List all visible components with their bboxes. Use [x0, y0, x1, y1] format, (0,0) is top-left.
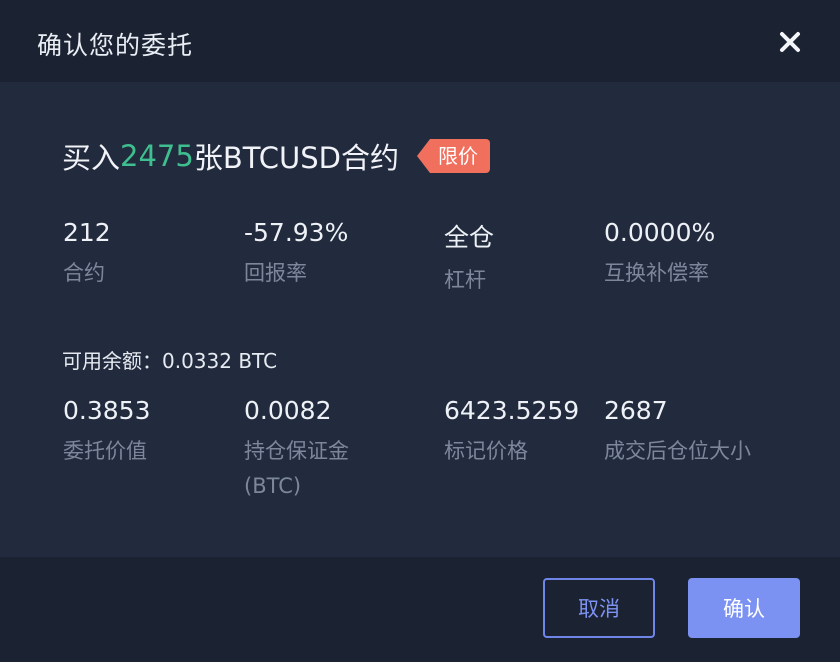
- stat-value: -57.93%: [244, 218, 349, 247]
- dialog-title: 确认您的委托: [37, 31, 194, 60]
- stat-label: 持仓保证金: [244, 439, 349, 463]
- stat-label: 杠杆: [444, 268, 486, 292]
- order-type-label: 限价: [429, 139, 490, 173]
- order-side: 买入: [62, 141, 121, 175]
- cancel-button[interactable]: 取消: [543, 578, 655, 638]
- order-summary: 买入 2475 张BTCUSD合约 限价: [62, 136, 490, 176]
- stat-order-value: 0.3853 委托价值: [63, 396, 150, 469]
- stat-contracts: 212 合约: [63, 218, 111, 291]
- order-contract: 张BTCUSD合约: [193, 141, 399, 175]
- dialog-footer: 取消 确认: [0, 557, 840, 662]
- confirm-button[interactable]: 确认: [688, 578, 800, 638]
- stat-value: 2687: [604, 396, 668, 425]
- badge-arrow: [416, 139, 430, 173]
- stat-label: 合约: [63, 261, 105, 285]
- stat-value: 212: [63, 218, 111, 247]
- close-icon: [780, 32, 800, 52]
- dialog-header: 确认您的委托: [0, 0, 840, 82]
- order-type-badge: 限价: [416, 139, 490, 173]
- stat-leverage: 全仓 杠杆: [444, 218, 494, 298]
- stat-label: 成交后仓位大小: [604, 439, 751, 463]
- stat-label: 回报率: [244, 261, 307, 285]
- order-quantity: 2475: [120, 139, 194, 173]
- stat-value: 6423.5259: [444, 396, 580, 425]
- stat-label: 互换补偿率: [604, 261, 709, 285]
- stat-label: 标记价格: [444, 439, 528, 463]
- close-button[interactable]: [770, 22, 810, 62]
- stat-swap-rate: 0.0000% 互换补偿率: [604, 218, 715, 291]
- stat-label-unit: (BTC): [244, 474, 302, 498]
- stat-value: 全仓: [444, 223, 495, 252]
- stat-value: 0.3853: [63, 396, 151, 425]
- stat-position-margin: 0.0082 持仓保证金 (BTC): [244, 396, 349, 504]
- stat-position-size-after: 2687 成交后仓位大小: [604, 396, 751, 469]
- stat-value: 0.0000%: [604, 218, 716, 247]
- available-balance: 可用余额：0.0332 BTC: [62, 349, 278, 373]
- stat-mark-price: 6423.5259 标记价格: [444, 396, 579, 469]
- order-confirm-dialog: 确认您的委托 买入 2475 张BTCUSD合约 限价 212 合约 -57.9…: [0, 0, 840, 662]
- stat-value: 0.0082: [244, 396, 332, 425]
- stat-return-rate: -57.93% 回报率: [244, 218, 348, 291]
- stat-label: 委托价值: [63, 439, 147, 463]
